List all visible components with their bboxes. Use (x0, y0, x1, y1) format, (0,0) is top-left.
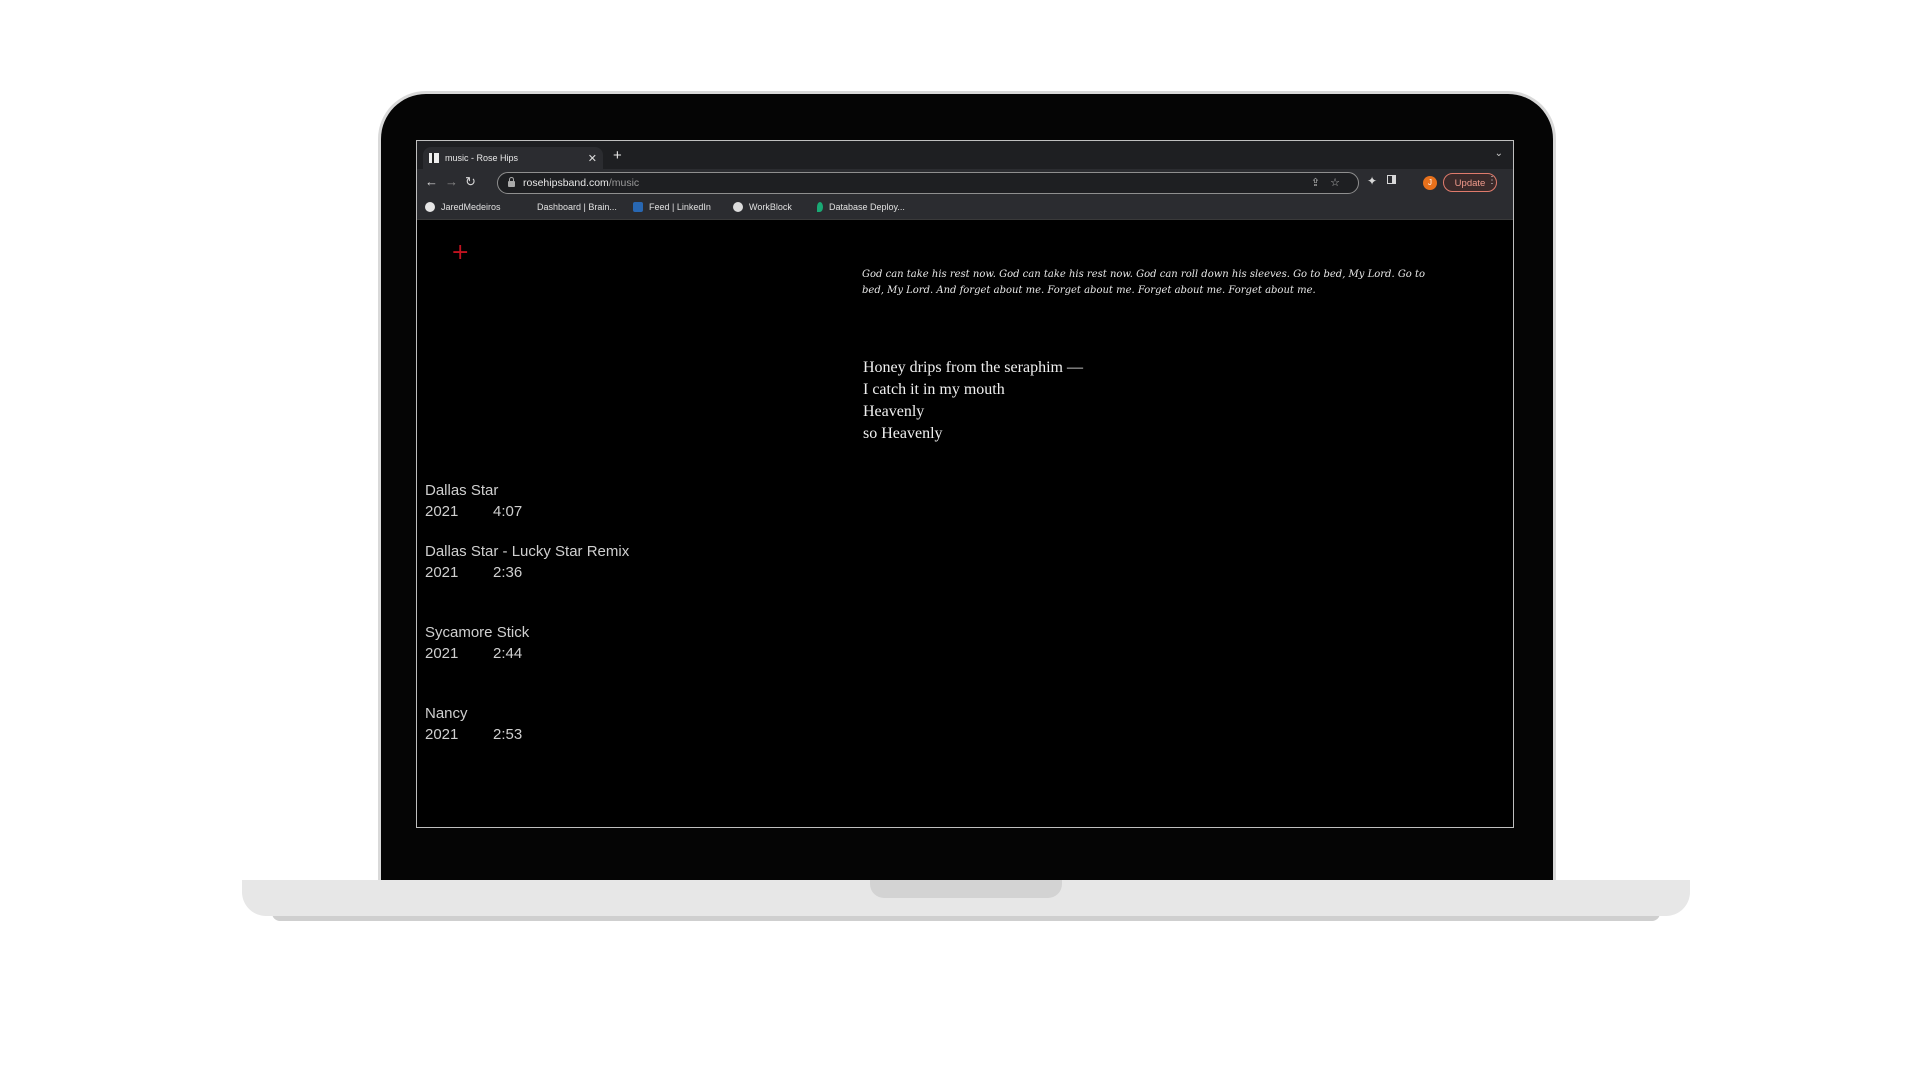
puzzle-icon[interactable]: ✦ (1367, 174, 1377, 188)
track-duration: 2:44 (493, 645, 523, 662)
track-name[interactable]: Sycamore Stick (425, 622, 529, 643)
track-name[interactable]: Dallas Star - Lucky Star Remix (425, 541, 629, 562)
track-name[interactable]: Dallas Star (425, 480, 522, 501)
bookmark-jaredmedeiros[interactable]: JaredMedeiros (425, 202, 501, 212)
tab-bar: music - Rose Hips ✕ + ⌄ (417, 141, 1513, 169)
track-duration: 4:07 (493, 503, 523, 520)
track-item[interactable]: Sycamore Stick 2021 2:44 (425, 622, 529, 664)
track-year: 2021 (425, 564, 459, 581)
browser-window: music - Rose Hips ✕ + ⌄ ← → ↻ rosehipsba… (416, 140, 1514, 828)
leaf-icon (817, 202, 823, 212)
avatar[interactable]: J (1423, 176, 1437, 190)
globe-icon (733, 202, 743, 212)
share-star-icons[interactable]: ⇪☆ (1311, 176, 1350, 189)
bookmark-label: WorkBlock (749, 202, 792, 212)
poem-line: I catch it in my mouth (863, 381, 1005, 398)
bookmark-label: Dashboard | Brain... (537, 202, 617, 212)
track-duration: 2:53 (493, 726, 523, 743)
chevron-down-icon[interactable]: ⌄ (1495, 148, 1503, 159)
track-item[interactable]: Dallas Star 2021 4:07 (425, 480, 522, 522)
toolbar: ← → ↻ rosehipsband.com/music ⇪☆ ✦ J Upda… (417, 169, 1513, 197)
poem: Honey drips from the seraphim — I catch … (863, 357, 1083, 445)
track-year: 2021 (425, 645, 459, 662)
poem-line: Honey drips from the seraphim — (863, 359, 1083, 376)
page-content: + God can take his rest now. God can tak… (417, 220, 1513, 827)
forward-icon[interactable]: → (445, 174, 458, 190)
url-path: /music (608, 177, 640, 189)
side-panel-icon[interactable] (1387, 175, 1396, 184)
bookmark-label: Feed | LinkedIn (649, 202, 711, 212)
back-icon[interactable]: ← (425, 174, 438, 190)
poem-line: Heavenly (863, 403, 925, 420)
bookmark-database[interactable]: Database Deploy... (817, 202, 905, 212)
bookmark-workblock[interactable]: WorkBlock (733, 202, 792, 212)
tab-music[interactable]: music - Rose Hips ✕ (423, 147, 603, 169)
laptop-notch (870, 880, 1062, 898)
kebab-menu-icon[interactable]: ⋮ (1487, 175, 1497, 186)
lock-icon (508, 177, 515, 187)
track-name[interactable]: Nancy (425, 703, 522, 724)
bookmark-linkedin[interactable]: Feed | LinkedIn (633, 202, 711, 212)
bookmark-label: JaredMedeiros (441, 202, 501, 212)
track-item[interactable]: Dallas Star - Lucky Star Remix 2021 2:36 (425, 541, 629, 583)
poem-line: so Heavenly (863, 425, 943, 442)
track-year: 2021 (425, 503, 459, 520)
bookmark-dashboard[interactable]: Dashboard | Brain... (537, 202, 617, 212)
url-host: rosehipsband.com (523, 177, 609, 189)
track-item[interactable]: Nancy 2021 2:53 (425, 703, 522, 745)
bookmark-label: Database Deploy... (829, 202, 905, 212)
tab-title: music - Rose Hips (445, 153, 519, 163)
bookmarks-bar: JaredMedeiros Dashboard | Brain... Feed … (417, 197, 1513, 220)
github-icon (425, 202, 435, 212)
track-year: 2021 (425, 726, 459, 743)
plus-icon[interactable]: + (451, 242, 469, 264)
close-icon[interactable]: ✕ (588, 152, 597, 165)
reload-icon[interactable]: ↻ (465, 174, 476, 190)
script-text: God can take his rest now. God can take … (862, 269, 1426, 296)
track-duration: 2:36 (493, 564, 523, 581)
new-tab-button[interactable]: + (613, 147, 622, 165)
favicon-icon (429, 153, 439, 163)
address-bar[interactable]: rosehipsband.com/music ⇪☆ (497, 172, 1359, 194)
linkedin-icon (633, 202, 643, 212)
